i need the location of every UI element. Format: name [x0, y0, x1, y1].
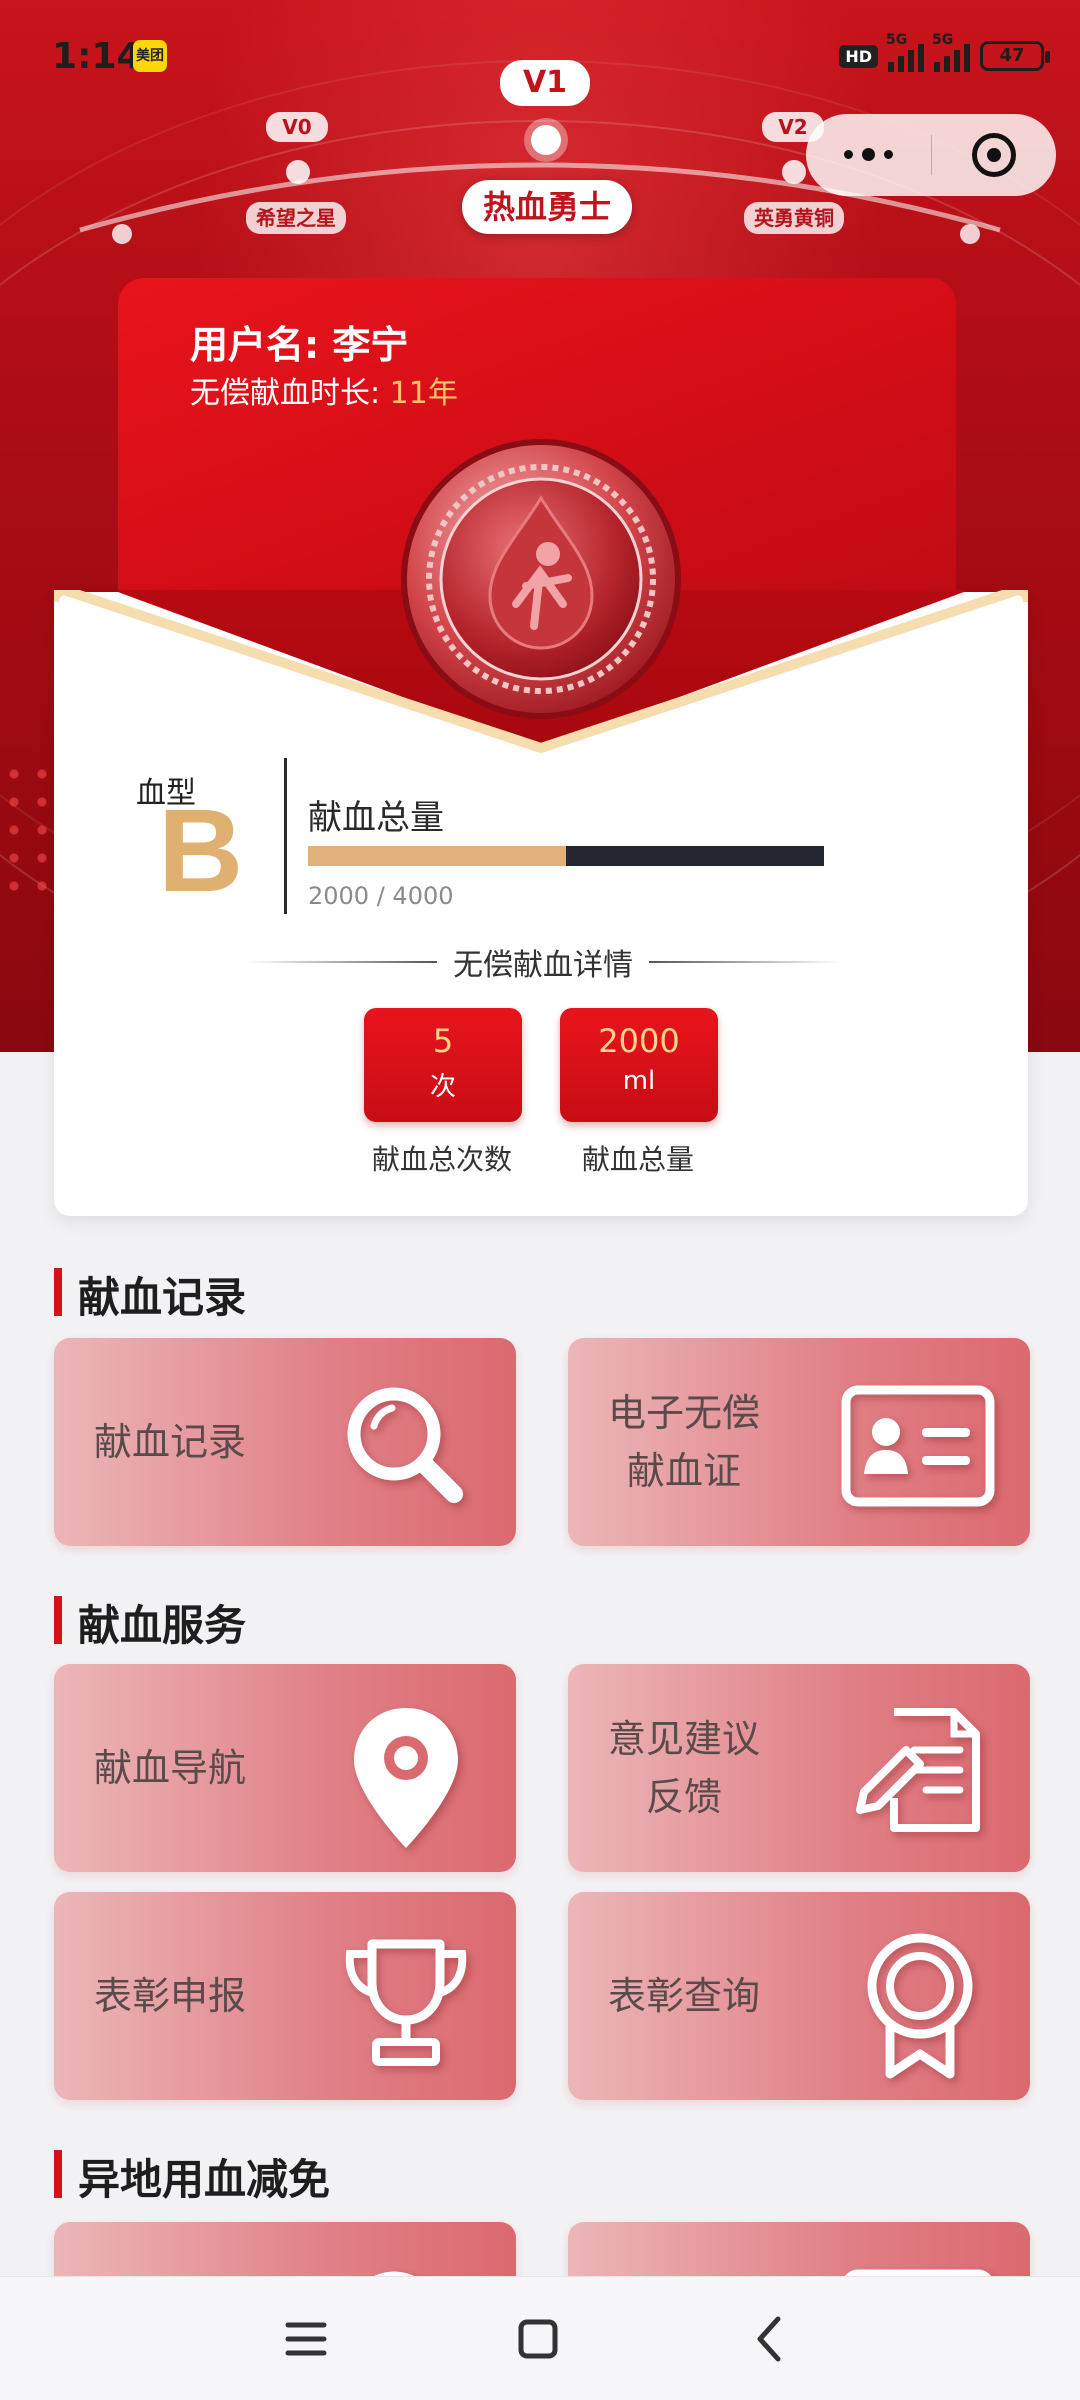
level-name-current: 热血勇士 [462, 180, 632, 234]
donation-navigation-tile[interactable]: 献血导航 [54, 1664, 516, 1872]
tile-label-line2: 献血证 [627, 1449, 742, 1493]
tile-label: 表彰申报 [94, 1974, 247, 2018]
donation-progress-fill [308, 846, 566, 866]
tile-label: 意见建议 反馈 [608, 1710, 760, 1826]
tile-label-line2: 反馈 [646, 1775, 723, 1819]
network-type: 5G [932, 32, 954, 48]
donation-progress-text: 2000 / 4000 [308, 882, 454, 910]
donation-volume-box: 2000 ml [560, 1008, 718, 1122]
tile-label-line1: 意见建议 [608, 1717, 761, 1761]
trophy-icon [336, 1930, 476, 2070]
system-navigation-bar [0, 2276, 1080, 2400]
donation-count-value: 5 [432, 1022, 454, 1060]
id-card-icon [840, 1376, 996, 1516]
divider [284, 758, 287, 914]
donation-volume-unit: ml [622, 1066, 656, 1096]
donation-duration: 无偿献血时长: 11年 [190, 368, 458, 412]
donation-count-unit: 次 [429, 1072, 456, 1102]
tile-label: 献血导航 [94, 1746, 247, 1790]
tile-label: 献血记录 [94, 1420, 247, 1464]
donation-progress-bar [308, 846, 824, 866]
donation-total-title: 献血总量 [308, 798, 444, 838]
section-title-services: 献血服务 [54, 1592, 246, 1653]
miniprogram-capsule [806, 114, 1056, 196]
close-miniprogram-button[interactable] [932, 133, 1056, 177]
level-tag-v0: V0 [266, 112, 328, 142]
blood-type-value: B [158, 785, 244, 917]
medal-icon [401, 439, 681, 719]
document-edit-icon [850, 1702, 990, 1842]
section-title-records: 献血记录 [54, 1264, 246, 1325]
menu-button[interactable] [274, 2307, 338, 2371]
section-title-remote-blood: 异地用血减免 [54, 2146, 330, 2207]
commendation-apply-tile[interactable]: 表彰申报 [54, 1892, 516, 2100]
level-name-v2: 英勇黄铜 [744, 202, 844, 234]
donation-duration-label: 无偿献血时长: [190, 376, 381, 411]
location-pin-icon [336, 1702, 476, 1848]
detail-title: 无偿献血详情 [453, 948, 633, 983]
more-options-button[interactable] [806, 147, 931, 161]
commendation-query-tile[interactable]: 表彰查询 [568, 1892, 1030, 2100]
tile-label: 表彰查询 [608, 1974, 761, 2018]
donation-duration-value: 11年 [389, 376, 458, 411]
home-square-icon [518, 2319, 558, 2359]
donation-count-label: 献血总次数 [371, 1143, 512, 1176]
award-ribbon-icon [850, 1930, 990, 2079]
home-button[interactable] [506, 2307, 570, 2371]
divider-line [649, 961, 840, 963]
tile-label: 电子无偿 献血证 [608, 1384, 760, 1500]
donation-volume-value: 2000 [598, 1022, 680, 1060]
divider-line [246, 961, 437, 963]
level-name-v0: 希望之星 [246, 202, 346, 234]
detail-title-row: 无偿献血详情 [246, 942, 840, 983]
user-name: 用户名: 李宁 [190, 323, 409, 367]
menu-icon [285, 2322, 327, 2356]
donation-count-box: 5 次 [364, 1008, 522, 1122]
donation-record-tile[interactable]: 献血记录 [54, 1338, 516, 1546]
feedback-tile[interactable]: 意见建议 反馈 [568, 1664, 1030, 1872]
back-arrow-icon [757, 2316, 781, 2362]
level-tag-v1: V1 [500, 60, 590, 106]
network-type: 5G [886, 32, 908, 48]
magnifier-icon [336, 1376, 476, 1516]
back-button[interactable] [738, 2307, 802, 2371]
target-close-icon [972, 133, 1016, 177]
donation-volume-label: 献血总量 [581, 1143, 694, 1176]
tile-label-line1: 电子无偿 [608, 1391, 761, 1435]
donation-certificate-tile[interactable]: 电子无偿 献血证 [568, 1338, 1030, 1546]
